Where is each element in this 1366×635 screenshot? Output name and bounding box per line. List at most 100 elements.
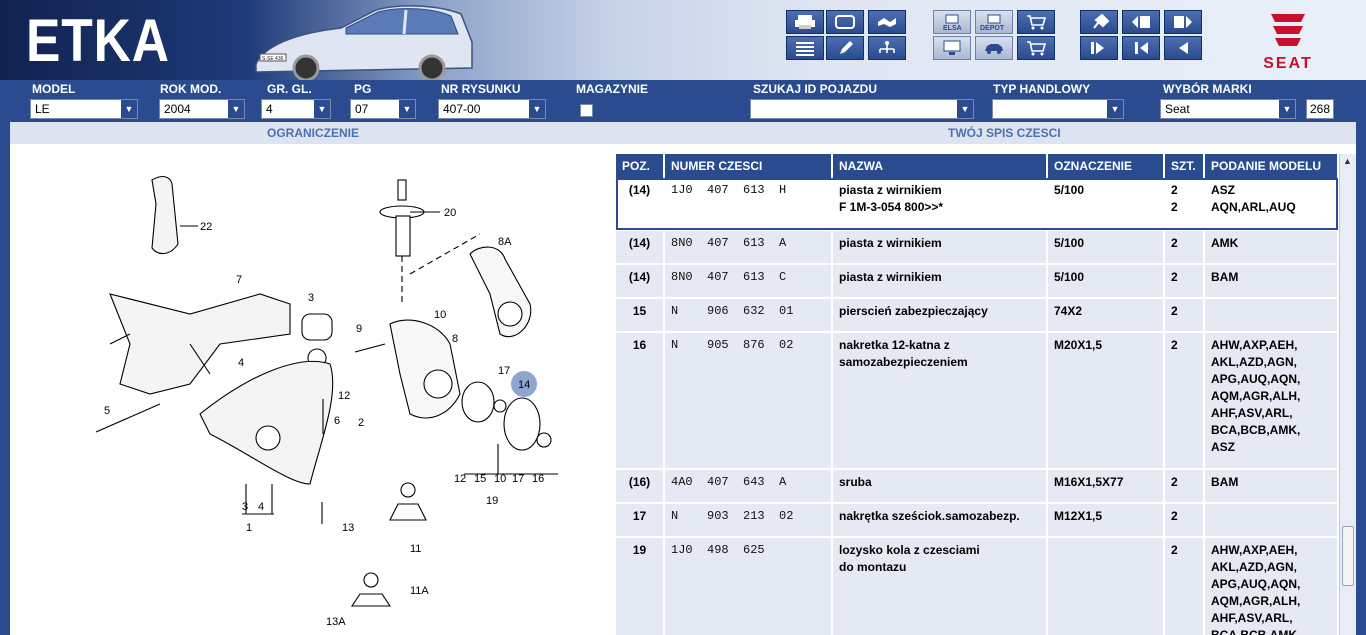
cell-poz: (14) — [616, 230, 665, 265]
model-select[interactable]: LE ▼ — [30, 99, 138, 119]
chevron-down-icon[interactable]: ▼ — [228, 100, 244, 118]
marka-label: WYBÓR MARKI — [1163, 82, 1252, 96]
cart-plus-icon[interactable] — [1017, 10, 1055, 34]
cell-nazwa: sruba — [832, 469, 1048, 504]
table-row[interactable]: 15 N 906 632 01 pierscień zabezpieczający 7… — [616, 298, 1338, 333]
cell-oznaczenie: M16X1,5X77 — [1047, 469, 1165, 504]
frame-icon[interactable] — [826, 10, 864, 34]
cell-oznaczenie: 74X2 — [1047, 298, 1165, 333]
cell-numer: N 903 213 02 — [664, 503, 833, 538]
callout-3: 3 — [308, 292, 314, 304]
col-numer[interactable]: NUMER CZESCI — [664, 154, 833, 178]
col-poz[interactable]: POZ. — [616, 154, 665, 178]
chevron-down-icon[interactable]: ▼ — [399, 100, 415, 118]
table-row[interactable]: (14) 8N0 407 613 Apiasta z wirnikiem 5/100… — [616, 230, 1338, 265]
cell-nazwa: nakretka 12-katna z samozabezpieczeniem — [832, 332, 1048, 470]
rok-mod-select[interactable]: 2004 ▼ — [159, 99, 245, 119]
callout-19: 19 — [486, 495, 498, 507]
parts-list-header: TWÓJ SPIS CZESCI — [948, 126, 1061, 140]
cell-nazwa: piasta z wirnikiem F 1M-3-054 800>>* — [832, 178, 1048, 231]
back-icon[interactable] — [1164, 36, 1202, 60]
col-podanie[interactable]: PODANIE MODELU — [1204, 154, 1338, 178]
cell-szt: 2 — [1164, 230, 1205, 265]
elsa-icon[interactable]: ELSA — [933, 10, 971, 34]
col-oznaczenie[interactable]: OZNACZENIE — [1047, 154, 1165, 178]
chevron-down-icon[interactable]: ▼ — [1279, 100, 1295, 118]
car-icon[interactable] — [975, 36, 1013, 60]
cell-szt: 2 — [1164, 537, 1205, 635]
szukaj-label: SZUKAJ ID POJAZDU — [753, 82, 878, 96]
callout-11a: 11A — [410, 585, 429, 597]
callout-14: 14 — [518, 379, 530, 391]
table-row[interactable]: 16 N 905 876 02 nakretka 12-katna z samoza… — [616, 332, 1338, 470]
monitor-icon[interactable] — [933, 36, 971, 60]
callout-4: 4 — [238, 357, 244, 369]
table-row[interactable]: 17 N 903 213 02 nakrętka sześciok.samozabe… — [616, 503, 1338, 538]
table-scrollbar[interactable]: ▲ — [1339, 154, 1356, 635]
tree-icon[interactable] — [868, 36, 906, 60]
table-row[interactable]: (16) 4A0 407 643 Asruba M16X1,5X77 2 BAM — [616, 469, 1338, 504]
model-label: MODEL — [32, 82, 76, 96]
chevron-down-icon[interactable]: ▼ — [1107, 100, 1123, 118]
cell-podanie: BAM — [1204, 469, 1338, 504]
depot-icon[interactable]: DEPOT — [975, 10, 1013, 34]
list-icon[interactable] — [786, 36, 824, 60]
cell-podanie — [1204, 298, 1338, 333]
callout-17b: 17 — [512, 473, 524, 485]
cell-numer: 4A0 407 643 A — [664, 469, 833, 504]
cell-oznaczenie — [1047, 537, 1165, 635]
magazynie-checkbox[interactable] — [580, 104, 593, 117]
handshake-icon[interactable] — [868, 10, 906, 34]
callout-8a: 8A — [498, 236, 512, 248]
table-row[interactable]: (14) 8N0 407 613 Cpiasta z wirnikiem 5/100… — [616, 264, 1338, 299]
page-forward-icon[interactable] — [1164, 10, 1202, 34]
pg-select[interactable]: 07 ▼ — [350, 99, 416, 119]
cell-nazwa: piasta z wirnikiem — [832, 230, 1048, 265]
gr-gl-select[interactable]: 4 ▼ — [261, 99, 331, 119]
marka-select[interactable]: Seat ▼ — [1160, 99, 1296, 119]
cell-poz: 16 — [616, 332, 665, 470]
cell-podanie: ASZ AQN,ARL,AUQ — [1204, 178, 1338, 231]
pencil-icon[interactable] — [826, 36, 864, 60]
section-header-bar: OGRANICZENIE TWÓJ SPIS CZESCI — [10, 122, 1356, 144]
back-first-icon[interactable] — [1122, 36, 1160, 60]
callout-13a: 13A — [326, 616, 346, 628]
cell-nazwa: piasta z wirnikiem — [832, 264, 1048, 299]
nr-rysunku-select[interactable]: 407-00 ▼ — [438, 99, 546, 119]
rok-mod-value: 2004 — [164, 102, 191, 116]
chevron-down-icon[interactable]: ▼ — [314, 100, 330, 118]
pin-icon[interactable] — [1080, 10, 1118, 34]
table-row[interactable]: 19 1J0 498 625 lozysko kola z czesciami do… — [616, 537, 1338, 635]
cell-szt: 2 — [1164, 332, 1205, 470]
callout-15: 15 — [474, 473, 486, 485]
callout-4b: 4 — [258, 501, 264, 513]
callout-3b: 3 — [242, 501, 248, 513]
scroll-up-icon[interactable]: ▲ — [1343, 156, 1352, 166]
typ-label: TYP HANDLOWY — [993, 82, 1091, 96]
scroll-thumb[interactable] — [1342, 526, 1354, 586]
ograniczenie-header[interactable]: OGRANICZENIE — [267, 126, 359, 140]
callout-13: 13 — [342, 522, 354, 534]
gr-gl-value: 4 — [266, 102, 273, 116]
col-nazwa[interactable]: NAZWA — [832, 154, 1048, 178]
cell-podanie: AHW,AXP,AEH, AKL,AZD,AGN, APG,AUQ,AQN, A… — [1204, 537, 1338, 635]
first-icon[interactable] — [1080, 36, 1118, 60]
typ-select[interactable]: ▼ — [992, 99, 1124, 119]
cell-oznaczenie: 5/100 — [1047, 178, 1165, 231]
cell-poz: 19 — [616, 537, 665, 635]
chevron-down-icon[interactable]: ▼ — [529, 100, 545, 118]
cell-szt: 2 — [1164, 503, 1205, 538]
chevron-down-icon[interactable]: ▼ — [121, 100, 137, 118]
car-plate: S·SE 436 — [262, 56, 284, 62]
cell-numer: 1J0 498 625 — [664, 537, 833, 635]
table-row[interactable]: (14) 1J0 407 613 Hpiasta z wirnikiem F 1M… — [616, 178, 1338, 231]
cell-oznaczenie: 5/100 — [1047, 264, 1165, 299]
cell-nazwa: lozysko kola z czesciami do montazu — [832, 537, 1048, 635]
chevron-down-icon[interactable]: ▼ — [957, 100, 973, 118]
cart-icon[interactable] — [1017, 36, 1055, 60]
col-szt[interactable]: SZT. — [1164, 154, 1205, 178]
printer-icon[interactable] — [786, 10, 824, 34]
page-back-icon[interactable] — [1122, 10, 1160, 34]
seat-emblem-icon — [1271, 14, 1305, 46]
szukaj-input[interactable]: ▼ — [750, 99, 974, 119]
